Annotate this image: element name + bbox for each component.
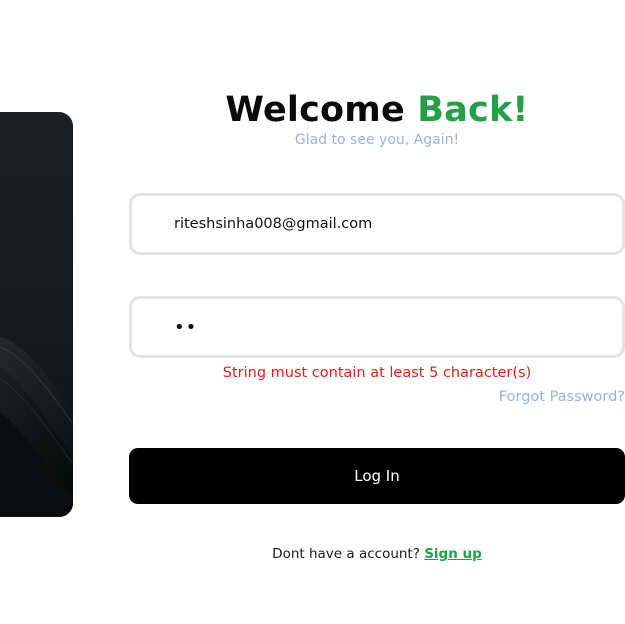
password-error-message: String must contain at least 5 character…: [222, 365, 532, 381]
password-input[interactable]: [174, 314, 612, 340]
signup-link[interactable]: Sign up: [424, 546, 482, 562]
signup-prompt-text: Dont have a account?: [272, 546, 420, 562]
page-title: Welcome Back!: [129, 88, 625, 132]
signup-prompt: Dont have a account? Sign up: [129, 545, 625, 563]
forgot-password-link[interactable]: Forgot Password?: [499, 388, 625, 406]
title-main: Welcome: [225, 90, 405, 130]
email-field-box[interactable]: [129, 193, 625, 255]
email-input[interactable]: [174, 211, 612, 237]
side-image-panel: [0, 112, 73, 517]
page-subtitle: Glad to see you, Again!: [294, 132, 460, 148]
wave-graphic: [0, 336, 73, 517]
title-accent: Back!: [417, 90, 529, 130]
password-field-box[interactable]: [129, 296, 625, 358]
login-button[interactable]: Log In: [129, 448, 625, 504]
